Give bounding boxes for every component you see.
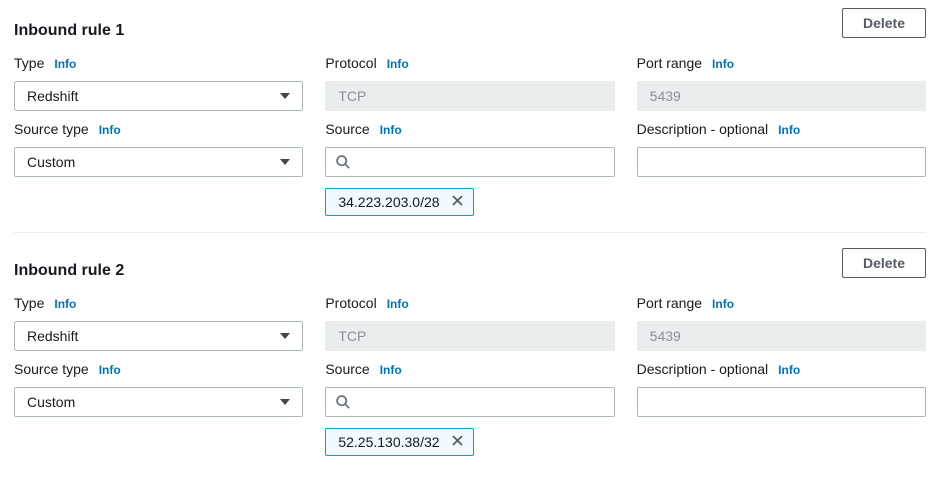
protocol-label: Protocol [325,54,376,72]
protocol-label-row: Protocol Info [325,54,614,73]
protocol-value: TCP [338,88,366,104]
source-field-group: Source Info 34.223.203.0/28 [325,111,614,216]
source-info-link[interactable]: Info [380,121,402,139]
type-info-link[interactable]: Info [54,55,76,73]
rule-header: Inbound rule 2 Delete [14,248,926,278]
description-label: Description - optional [637,120,769,138]
source-type-field-group: Source type Info Custom [14,111,303,216]
rule-fields-row-1: Type Info Redshift Protocol Info TCP [14,278,926,351]
description-label: Description - optional [637,360,769,378]
type-field-group: Type Info Redshift [14,278,303,351]
source-type-field-group: Source type Info Custom [14,351,303,456]
source-type-select[interactable]: Custom [14,387,303,417]
source-label: Source [325,120,369,138]
source-label-row: Source Info [325,360,614,379]
protocol-field-group: Protocol Info TCP [325,278,614,351]
source-token-value: 34.223.203.0/28 [338,194,439,210]
rule-header: Inbound rule 1 Delete [14,8,926,38]
token-dismiss-button[interactable] [448,191,467,213]
description-input[interactable] [637,147,926,177]
source-type-label-row: Source type Info [14,120,303,139]
protocol-value: TCP [338,328,366,344]
close-icon [451,194,464,210]
source-field-group: Source Info 52.25.130.38/32 [325,351,614,456]
description-label-row: Description - optional Info [637,360,926,379]
port-range-field: 5439 [637,81,926,111]
source-search-input[interactable] [325,387,614,417]
token-dismiss-button[interactable] [448,431,467,453]
inbound-rule-2-section: Inbound rule 2 Delete Type Info Redshift… [14,248,926,456]
port-range-field-group: Port range Info 5439 [637,278,926,351]
chevron-down-icon [280,399,290,405]
delete-rule-button[interactable]: Delete [842,248,926,278]
type-label: Type [14,294,44,312]
protocol-field-group: Protocol Info TCP [325,38,614,111]
source-token: 52.25.130.38/32 [325,428,473,456]
close-icon [451,434,464,450]
type-select[interactable]: Redshift [14,321,303,351]
source-type-select[interactable]: Custom [14,147,303,177]
rule-fields-row-2: Source type Info Custom Source Info [14,111,926,216]
port-range-field-group: Port range Info 5439 [637,38,926,111]
delete-rule-button[interactable]: Delete [842,8,926,38]
type-field-group: Type Info Redshift [14,38,303,111]
port-range-value: 5439 [650,328,681,344]
protocol-label: Protocol [325,294,376,312]
port-range-label-row: Port range Info [637,54,926,73]
port-range-value: 5439 [650,88,681,104]
chevron-down-icon [280,159,290,165]
type-label-row: Type Info [14,54,303,73]
port-range-info-link[interactable]: Info [712,295,734,313]
description-info-link[interactable]: Info [778,361,800,379]
section-divider [14,232,926,233]
source-type-select-value: Custom [27,154,75,170]
port-range-label-row: Port range Info [637,294,926,313]
protocol-field: TCP [325,321,614,351]
type-label-row: Type Info [14,294,303,313]
port-range-label: Port range [637,54,702,72]
source-search-box [325,387,614,417]
source-type-select-value: Custom [27,394,75,410]
source-info-link[interactable]: Info [380,361,402,379]
type-select[interactable]: Redshift [14,81,303,111]
source-token-value: 52.25.130.38/32 [338,434,439,450]
port-range-field: 5439 [637,321,926,351]
source-type-label-row: Source type Info [14,360,303,379]
type-select-value: Redshift [27,328,78,344]
source-type-info-link[interactable]: Info [99,121,121,139]
description-info-link[interactable]: Info [778,121,800,139]
protocol-field: TCP [325,81,614,111]
rule-fields-row-1: Type Info Redshift Protocol Info TCP [14,38,926,111]
protocol-label-row: Protocol Info [325,294,614,313]
rule-fields-row-2: Source type Info Custom Source Info [14,351,926,456]
type-select-value: Redshift [27,88,78,104]
source-type-label: Source type [14,360,89,378]
protocol-info-link[interactable]: Info [387,55,409,73]
source-search-box [325,147,614,177]
source-label: Source [325,360,369,378]
source-label-row: Source Info [325,120,614,139]
chevron-down-icon [280,93,290,99]
port-range-label: Port range [637,294,702,312]
inbound-rule-1-section: Inbound rule 1 Delete Type Info Redshift… [14,8,926,233]
description-input[interactable] [637,387,926,417]
port-range-info-link[interactable]: Info [712,55,734,73]
description-field-group: Description - optional Info [637,111,926,216]
source-type-info-link[interactable]: Info [99,361,121,379]
type-info-link[interactable]: Info [54,295,76,313]
type-label: Type [14,54,44,72]
protocol-info-link[interactable]: Info [387,295,409,313]
inbound-rules-form: Inbound rule 1 Delete Type Info Redshift… [0,8,939,466]
source-type-label: Source type [14,120,89,138]
chevron-down-icon [280,333,290,339]
source-token: 34.223.203.0/28 [325,188,473,216]
description-label-row: Description - optional Info [637,120,926,139]
description-field-group: Description - optional Info [637,351,926,456]
source-search-input[interactable] [325,147,614,177]
